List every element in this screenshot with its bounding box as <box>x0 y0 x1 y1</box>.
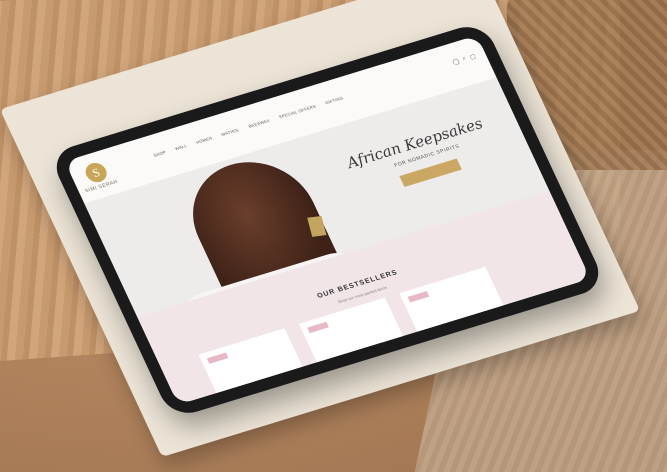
menu-item[interactable]: SHOP <box>153 150 167 158</box>
product-tag <box>206 352 229 364</box>
photo-scene: S SIMI SERAH SHOP WALL HOMEN WATHOL BEES… <box>0 0 667 472</box>
product-tag <box>407 291 430 303</box>
menu-item[interactable]: GIFTING <box>324 95 344 105</box>
product-tag <box>307 321 329 334</box>
nav-icons: ◯ ⌕ ▢ <box>451 53 477 66</box>
user-icon[interactable]: ◯ <box>451 58 461 66</box>
menu-item[interactable]: WATHOL <box>220 127 240 137</box>
menu-item[interactable]: WALL <box>174 143 188 151</box>
menu-item[interactable]: BEESWAX <box>248 118 271 129</box>
search-icon[interactable]: ⌕ <box>462 56 468 63</box>
menu-item[interactable]: HOMEN <box>195 135 213 144</box>
menu-item[interactable]: SPECIAL OFFERS <box>278 104 317 120</box>
hero-headline: African Keepsakes <box>343 114 486 172</box>
cart-icon[interactable]: ▢ <box>469 53 477 61</box>
